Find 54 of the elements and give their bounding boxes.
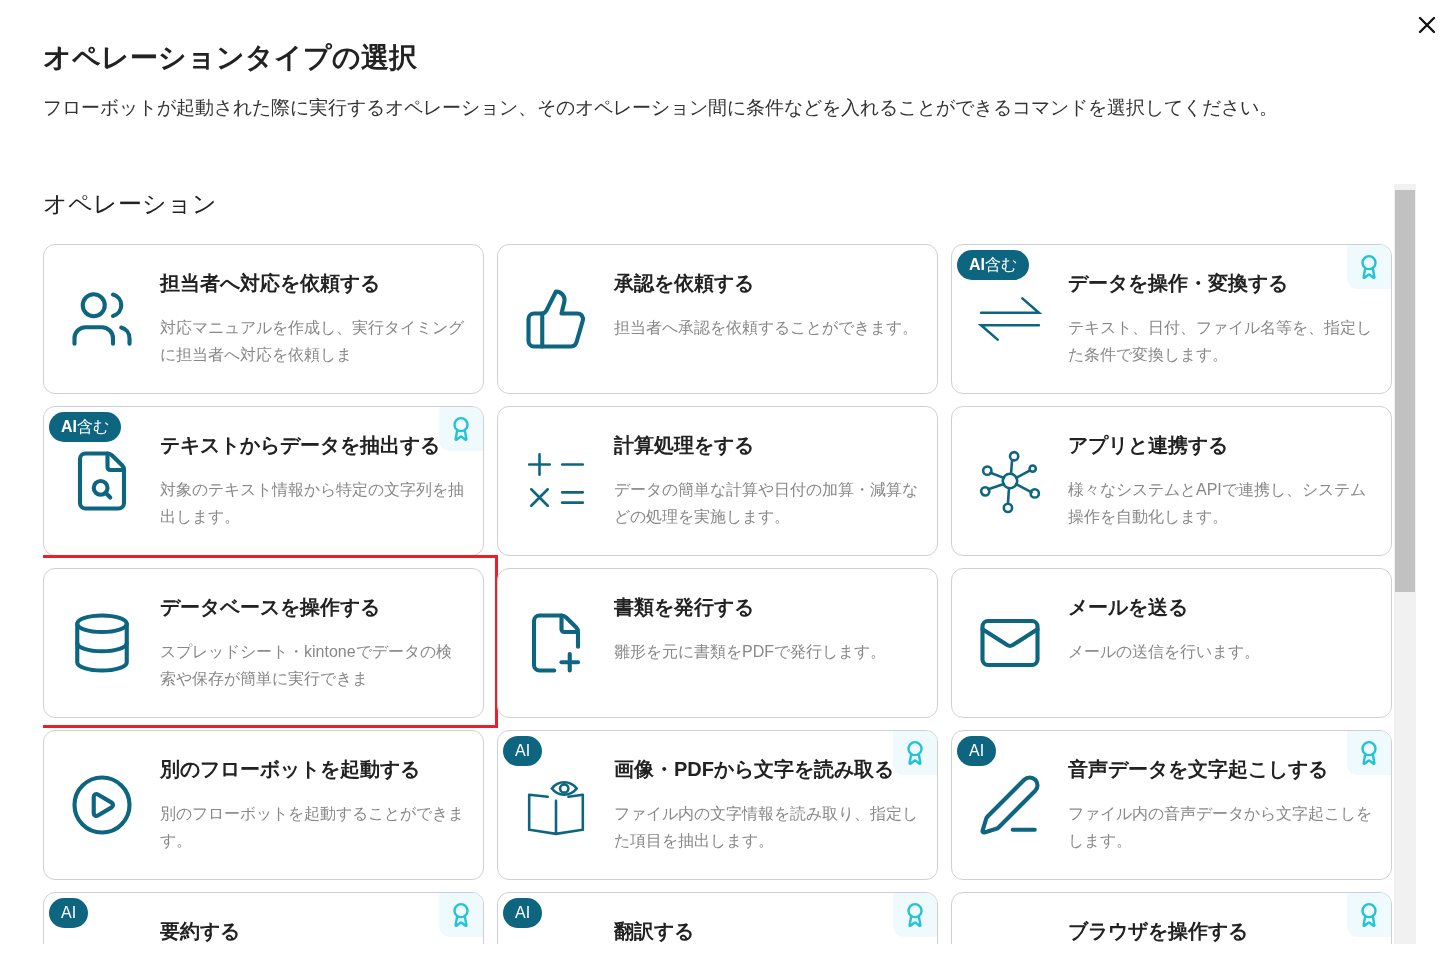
card-title: 計算処理をする xyxy=(614,433,755,458)
ai-badge: AI xyxy=(503,898,543,928)
dialog-description: フローボットが起動された際に実行するオペレーション、そのオペレーション間に条件などを入れることができるコマンドを選択してください。 xyxy=(43,96,1279,120)
card-title: 翻訳する xyxy=(614,919,695,944)
operation-card[interactable]: 担当者へ対応を依頼する 対応マニュアルを作成し、実行タイミングに担当者へ対応を依頼しま xyxy=(43,244,484,394)
operation-card[interactable]: 画像・PDFから文字を読み取る ファイル内の文字情報を読み取り、指定した項目を抽出します。 AI xyxy=(497,730,938,880)
operation-card[interactable]: 書類を発行する 雛形を元に書類をPDFで発行します。 xyxy=(497,568,938,718)
operation-card[interactable]: アプリと連携する 様々なシステムとAPIで連携し、システム操作を自動化します。 xyxy=(951,406,1392,556)
card-description: 担当者へ承認を依頼することができます。 xyxy=(614,318,919,338)
operation-card[interactable]: テキストからデータを抽出する 対象のテキスト情報から特定の文字列を抽出します。 AI含む xyxy=(43,406,484,556)
operation-card[interactable]: ブラウザを操作する xyxy=(951,892,1392,944)
card-title: ブラウザを操作する xyxy=(1068,919,1249,944)
card-title: 書類を発行する xyxy=(614,595,755,620)
card-description: スプレッドシート・kintoneでデータの検索や保存が簡単に実行できま xyxy=(160,642,453,689)
ai-badge: AI xyxy=(49,898,89,928)
card-title: テキストからデータを抽出する xyxy=(160,433,441,458)
card-description: ファイル内の文字情報を読み取り、指定した項目を抽出します。 xyxy=(614,804,919,851)
section-title: オペレーション xyxy=(43,190,218,218)
card-title: データを操作・変換する xyxy=(1068,271,1289,296)
card-description: テキスト、日付、ファイル名等を、指定した条件で変換します。 xyxy=(1068,318,1373,365)
operation-card[interactable]: 承認を依頼する 担当者へ承認を依頼することができます。 xyxy=(497,244,938,394)
card-title: データベースを操作する xyxy=(160,595,381,620)
dialog-title: オペレーションタイプの選択 xyxy=(43,41,418,75)
card-title: 画像・PDFから文字を読み取る xyxy=(614,757,895,782)
card-title: 音声データを文字起こしする xyxy=(1068,757,1329,782)
card-title: 承認を依頼する xyxy=(614,271,755,296)
operation-card[interactable]: 翻訳する AI xyxy=(497,892,938,944)
ai-badge: AI xyxy=(957,736,997,766)
operation-card[interactable]: メールを送る メールの送信を行います。 xyxy=(951,568,1392,718)
operation-card[interactable]: 要約する AI xyxy=(43,892,484,944)
operation-card[interactable]: データベースを操作する スプレッドシート・kintoneでデータの検索や保存が簡単に実行できま xyxy=(43,568,484,718)
card-description: 様々なシステムとAPIで連携し、システム操作を自動化します。 xyxy=(1068,480,1367,527)
card-description: 雛形を元に書類をPDFで発行します。 xyxy=(614,642,887,662)
card-description: 対応マニュアルを作成し、実行タイミングに担当者へ対応を依頼しま xyxy=(160,318,465,365)
card-description: データの簡単な計算や日付の加算・減算などの処理を実施します。 xyxy=(614,480,919,527)
scrollbar[interactable] xyxy=(1394,184,1416,944)
ai-badge: AI含む xyxy=(49,412,121,442)
card-description: メールの送信を行います。 xyxy=(1068,642,1261,662)
card-title: 別のフローボットを起動する xyxy=(160,757,421,782)
ai-badge: AI含む xyxy=(957,250,1029,280)
operation-card[interactable]: 別のフローボットを起動する 別のフローボットを起動することができます。 xyxy=(43,730,484,880)
card-title: メールを送る xyxy=(1068,595,1189,620)
ai-badge: AI xyxy=(503,736,543,766)
operation-card[interactable]: 計算処理をする データの簡単な計算や日付の加算・減算などの処理を実施します。 xyxy=(497,406,938,556)
card-description: 対象のテキスト情報から特定の文字列を抽出します。 xyxy=(160,480,465,527)
network-nodes-icon xyxy=(977,448,1043,514)
play-circle-icon xyxy=(69,772,135,838)
card-title: アプリと連携する xyxy=(1068,433,1229,458)
operation-card[interactable]: 音声データを文字起こしする ファイル内の音声データから文字起こしをします。 AI xyxy=(951,730,1392,880)
card-description: 別のフローボットを起動することができます。 xyxy=(160,804,465,851)
operation-card[interactable]: データを操作・変換する テキスト、日付、ファイル名等を、指定した条件で変換します。 AI含む xyxy=(951,244,1392,394)
card-title: 担当者へ対応を依頼する xyxy=(160,271,381,296)
card-description: ファイル内の音声データから文字起こしをします。 xyxy=(1068,804,1373,851)
card-title: 要約する xyxy=(160,919,241,944)
